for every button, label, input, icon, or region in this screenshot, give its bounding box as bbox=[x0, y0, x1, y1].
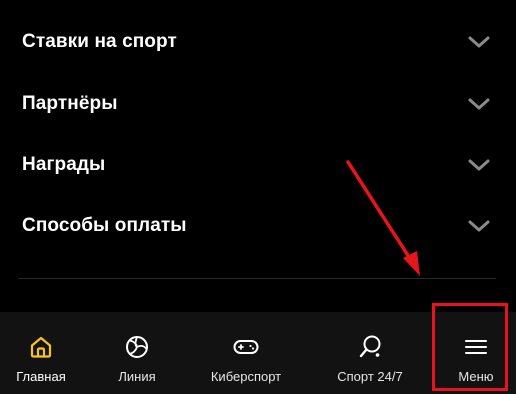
tab-label: Меню bbox=[458, 369, 494, 384]
accordion-item-label: Ставки на спорт bbox=[22, 31, 177, 52]
tab-home[interactable]: Главная bbox=[0, 312, 82, 394]
tab-sport-24-7[interactable]: Спорт 24/7 bbox=[320, 312, 420, 394]
tab-line[interactable]: Линия bbox=[96, 312, 178, 394]
home-icon bbox=[30, 336, 52, 358]
ping-pong-icon bbox=[359, 335, 381, 358]
tab-menu[interactable]: Меню bbox=[436, 312, 516, 394]
chevron-down-icon bbox=[468, 98, 490, 110]
accordion-item-awards[interactable]: Награды bbox=[0, 145, 516, 185]
accordion-item-label: Партнёры bbox=[22, 93, 118, 114]
hamburger-menu-icon bbox=[465, 340, 487, 354]
chevron-down-icon bbox=[468, 159, 490, 171]
tab-esports[interactable]: Киберспорт bbox=[198, 312, 294, 394]
gamepad-icon bbox=[233, 340, 259, 354]
bottom-tab-bar: Главная Линия Киберспорт Спорт 24/7 Меню bbox=[0, 312, 516, 394]
tab-label: Спорт 24/7 bbox=[337, 369, 403, 384]
chevron-down-icon bbox=[468, 36, 490, 48]
accordion-item-label: Награды bbox=[22, 154, 106, 175]
accordion-item-partners[interactable]: Партнёры bbox=[0, 84, 516, 124]
tab-label: Главная bbox=[16, 369, 66, 384]
volleyball-icon bbox=[126, 336, 148, 358]
section-divider bbox=[18, 278, 496, 279]
tab-label: Киберспорт bbox=[210, 369, 282, 384]
tab-label: Линия bbox=[118, 369, 156, 384]
accordion-item-sports-betting[interactable]: Ставки на спорт bbox=[0, 22, 516, 62]
chevron-down-icon bbox=[468, 220, 490, 232]
accordion-item-label: Способы оплаты bbox=[22, 215, 187, 236]
accordion-item-payment-methods[interactable]: Способы оплаты bbox=[0, 206, 516, 246]
